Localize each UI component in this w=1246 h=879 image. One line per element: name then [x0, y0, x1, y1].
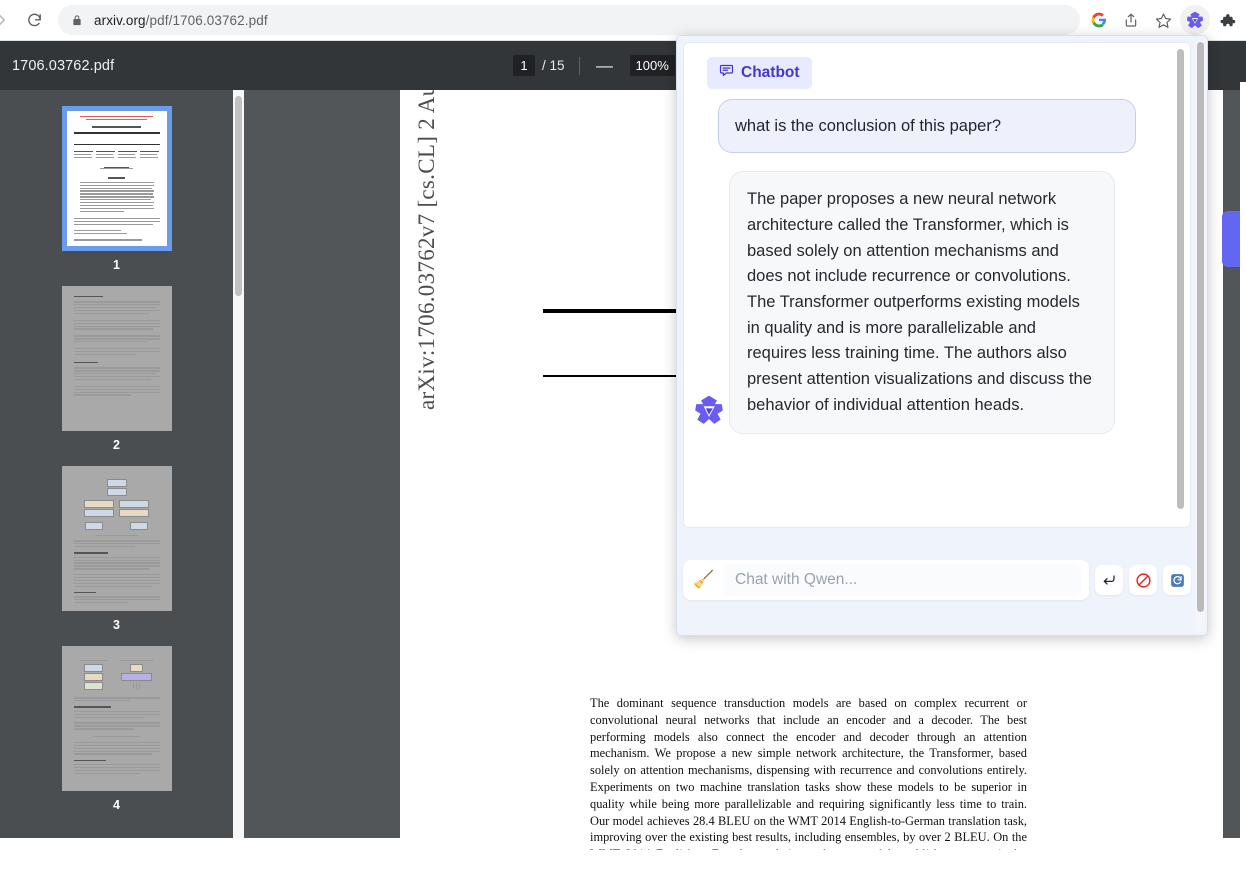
google-icon[interactable]	[1084, 5, 1114, 35]
page-total-label: / 15	[542, 58, 565, 73]
chat-bubble-icon	[719, 63, 734, 83]
share-icon[interactable]	[1116, 5, 1146, 35]
thumbnail-preview	[67, 291, 167, 426]
sidepanel-toggle-handle[interactable]	[1222, 211, 1240, 267]
thumbnail-item-2[interactable]: 2	[61, 286, 172, 452]
reload-icon[interactable]	[20, 6, 48, 34]
bot-message-row: The paper proposes a new neural network …	[684, 171, 1179, 435]
stop-button[interactable]	[1129, 565, 1157, 595]
chat-surface: Chatbot what is the conclusion of this p…	[683, 42, 1191, 528]
broom-icon[interactable]: 🧹	[693, 570, 715, 590]
thumbnail-item-3[interactable]: 3	[61, 466, 172, 632]
thumbnail-label: 3	[113, 618, 120, 632]
qwen-logo-icon[interactable]	[1180, 5, 1210, 35]
url-text: arxiv.org/pdf/1706.03762.pdf	[94, 12, 268, 28]
thumbnail-preview	[67, 471, 167, 606]
thumbnail-label: 2	[113, 438, 120, 452]
chat-input-container: 🧹	[683, 560, 1089, 600]
puzzle-piece-icon[interactable]	[1212, 5, 1242, 35]
bot-message: The paper proposes a new neural network …	[729, 171, 1115, 435]
user-message: what is the conclusion of this paper?	[718, 99, 1136, 154]
right-gutter	[1240, 82, 1246, 879]
thumbnail-preview	[67, 651, 167, 786]
lock-icon	[68, 11, 86, 29]
messages-scrollbar[interactable]	[1176, 49, 1185, 523]
thumbnail-page-3[interactable]	[61, 466, 172, 611]
thumbnail-page-2[interactable]	[61, 286, 172, 431]
thumbnail-label: 4	[113, 798, 120, 812]
thumbnail-preview	[67, 111, 167, 246]
thumbnail-page-4[interactable]	[61, 646, 172, 791]
zoom-level-input[interactable]: 100%	[629, 55, 675, 76]
messages-scrollbar-thumb[interactable]	[1177, 49, 1184, 509]
thumbnail-page-1[interactable]	[61, 106, 172, 251]
thumbnail-scrollbar-thumb[interactable]	[235, 96, 242, 296]
thumbnail-scrollbar[interactable]	[233, 90, 244, 838]
thumbnail-rail[interactable]: 1 2 3 4	[0, 90, 233, 838]
abstract-text: The dominant sequence transduction model…	[590, 696, 1027, 850]
pdf-page-controls: 1 / 15 — 100%	[513, 41, 675, 90]
star-icon[interactable]	[1148, 5, 1178, 35]
thumbnail-item-1[interactable]: 1	[61, 106, 172, 272]
submit-button[interactable]	[1095, 565, 1123, 595]
page-number-input[interactable]: 1	[513, 55, 535, 76]
toolbar-actions	[1084, 5, 1246, 35]
retry-button[interactable]	[1163, 565, 1191, 595]
chat-input-row: 🧹	[683, 556, 1191, 604]
message-list: what is the conclusion of this paper? Th…	[684, 99, 1179, 435]
address-bar[interactable]: arxiv.org/pdf/1706.03762.pdf	[58, 5, 1080, 35]
pdf-filename: 1706.03762.pdf	[12, 57, 115, 74]
chatbot-badge: Chatbot	[707, 57, 812, 89]
forward-arrow-icon[interactable]	[0, 6, 16, 34]
chat-input[interactable]	[723, 564, 1081, 596]
thumbnail-label: 1	[113, 258, 120, 272]
zoom-out-button[interactable]: —	[594, 57, 616, 74]
toolbar-divider	[578, 56, 580, 75]
chatbot-panel: Chatbot what is the conclusion of this p…	[676, 35, 1208, 636]
chatbot-badge-label: Chatbot	[741, 64, 800, 81]
panel-scrollbar-thumb[interactable]	[1197, 42, 1204, 612]
qwen-logo-icon	[689, 390, 729, 430]
panel-scrollbar[interactable]	[1196, 40, 1205, 632]
thumbnail-item-4[interactable]: 4	[61, 646, 172, 812]
thumbnail-list: 1 2 3 4	[0, 90, 233, 826]
